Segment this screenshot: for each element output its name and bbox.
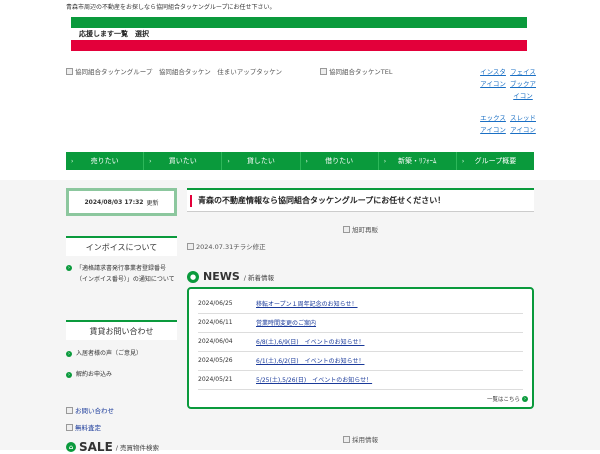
- nav-sell[interactable]: › 売りたい: [66, 152, 145, 170]
- arrow-right-icon: ›: [66, 265, 72, 271]
- broken-image-icon: [66, 406, 73, 414]
- main-nav: › 売りたい › 買いたい › 貸したい › 借りたい › 新築・ﾘﾌｫｰﾑ › グループ概…: [66, 152, 534, 170]
- support-list-select[interactable]: 応援します一覧 選択: [79, 29, 149, 39]
- chevron-right-icon: ›: [149, 157, 152, 165]
- recruit-banner[interactable]: 採用情報: [343, 434, 378, 444]
- news-more-link[interactable]: 一覧はこちら ›: [487, 395, 528, 403]
- nav-lend[interactable]: › 貸したい: [222, 152, 301, 170]
- chevron-right-icon: ›: [305, 157, 308, 165]
- broken-image-icon: [66, 67, 73, 75]
- news-item[interactable]: 2024/06/25 移転オープン１周年記念のお知らせ！: [198, 294, 523, 314]
- tel-image[interactable]: 協同組合タッケンTEL: [320, 66, 393, 76]
- sale-heading: ⌂ SALE / 売買物件検索: [66, 440, 159, 454]
- news-item[interactable]: 2024/06/04 6/8(土),6/9(日) イベントのお知らせ！: [198, 332, 523, 352]
- broken-image-icon: [343, 225, 350, 233]
- news-box: 2024/06/25 移転オープン１周年記念のお知らせ！ 2024/06/11 …: [187, 287, 534, 409]
- chevron-right-icon: ›: [227, 157, 230, 165]
- resident-voice-link[interactable]: › 入居者様の声（ご意見）: [66, 348, 177, 359]
- news-title: ● NEWS / 新着情報: [187, 270, 274, 283]
- news-item[interactable]: 2024/05/26 6/1(土),6/2(日) イベントのお知らせ！: [198, 351, 523, 371]
- invoice-heading: インボイスについて: [66, 236, 177, 256]
- broken-image-icon: [66, 423, 73, 431]
- red-banner: [71, 40, 527, 51]
- chevron-right-icon: ›: [383, 157, 387, 165]
- rental-heading: 賃貸お問い合わせ: [66, 320, 177, 340]
- house-icon: ⌂: [66, 442, 76, 452]
- broken-image-icon: [343, 435, 350, 443]
- updated-date-box: 2024/08/03 17:32 更新: [66, 188, 177, 216]
- cancellation-link[interactable]: › 解約お申込み: [66, 369, 177, 380]
- heading-accent: [190, 194, 192, 207]
- invoice-link[interactable]: › 「適格請求書発行事業者登録番号（インボイス番号）」の通知について: [66, 263, 177, 285]
- nav-group-overview[interactable]: › グループ概要: [457, 152, 534, 170]
- news-item[interactable]: 2024/06/11 営業時間変更のご案内: [198, 313, 523, 333]
- broken-image-icon: [187, 242, 194, 250]
- instagram-icon[interactable]: インスタアイコン: [480, 66, 506, 90]
- x-icon[interactable]: エックスアイコン: [480, 112, 506, 136]
- asahimachi-image[interactable]: 旭町再販: [343, 224, 378, 234]
- updated-date: 2024/08/03 17:32: [84, 198, 144, 206]
- nav-newbuild-reform[interactable]: › 新築・ﾘﾌｫｰﾑ: [379, 152, 457, 170]
- news-item[interactable]: 2024/05/21 5/25(土),5/26(日) イベントのお知らせ！: [198, 370, 523, 390]
- updated-suffix: 更新: [146, 199, 159, 207]
- site-logo[interactable]: 協同組合タッケングループ 協同組合タッケン 住まいアップタッケン: [66, 66, 282, 76]
- main-heading: 青森の不動産情報なら協同組合タッケングループにお任せください！: [187, 188, 534, 212]
- threads-icon[interactable]: スレッドアイコン: [510, 112, 536, 136]
- site-tagline: 青森市周辺の不動産をお探しなら協同組合タッケングループにお任せ下さい。: [66, 4, 276, 11]
- flyer-image[interactable]: 2024.07.31チラシ修正: [187, 241, 266, 251]
- nav-buy[interactable]: › 買いたい: [144, 152, 223, 170]
- chevron-right-icon: ›: [461, 157, 465, 165]
- contact-banner[interactable]: お問い合わせ: [66, 405, 114, 415]
- arrow-right-icon: ›: [66, 350, 72, 357]
- chevron-right-icon: ›: [71, 157, 74, 165]
- green-banner: [71, 17, 527, 28]
- broken-image-icon: [320, 67, 327, 75]
- nav-rent[interactable]: › 借りたい: [301, 152, 379, 170]
- arrow-right-icon: ›: [522, 396, 528, 402]
- facebook-icon[interactable]: フェイスブックアイコン: [510, 66, 536, 102]
- news-circle-icon: ●: [187, 270, 199, 283]
- estimate-banner[interactable]: 無料査定: [66, 422, 101, 432]
- arrow-right-icon: ›: [66, 371, 72, 378]
